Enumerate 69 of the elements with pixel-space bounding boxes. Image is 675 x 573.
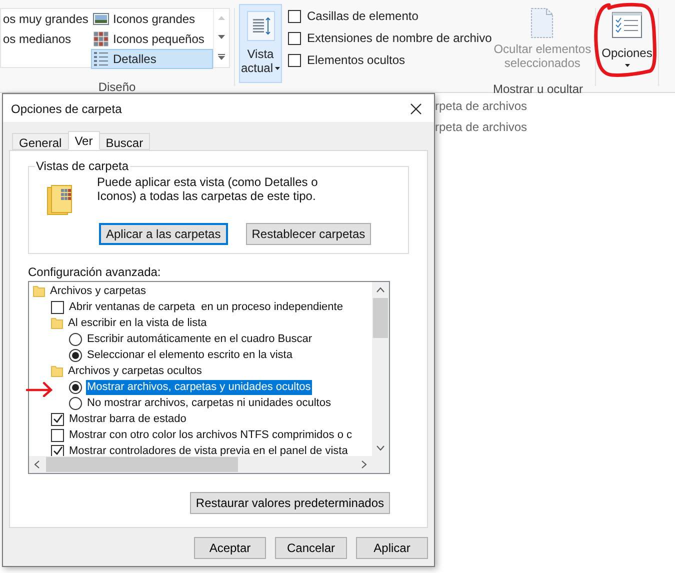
tree-item-label[interactable]: Mostrar archivos, carpetas y unidades ocultos bbox=[86, 380, 312, 394]
tree-item-label[interactable]: Seleccionar el elemento escrito en la vista bbox=[86, 348, 294, 362]
details-view-icon bbox=[246, 11, 274, 41]
group-legend: Vistas de carpeta bbox=[35, 159, 130, 173]
tree-item-label[interactable]: Archivos y carpetas bbox=[49, 284, 147, 298]
checkbox[interactable] bbox=[288, 10, 301, 22]
folder-icon bbox=[51, 317, 63, 329]
caret-icon bbox=[275, 66, 280, 70]
group-label: Diseño bbox=[98, 79, 136, 96]
tree-item-label[interactable]: Mostrar controladores de vista previa en el panel de vista bbox=[68, 444, 349, 456]
radio-button[interactable] bbox=[69, 332, 82, 346]
file-type-text: rpeta de archivos bbox=[435, 119, 528, 135]
scrollbar-thumb[interactable] bbox=[46, 457, 238, 472]
grid-icon bbox=[93, 31, 109, 47]
list-icon bbox=[93, 51, 109, 67]
tree-item-label[interactable]: Archivos y carpetas ocultos bbox=[67, 364, 203, 378]
description-text: Puede aplicar esta vista (como Detalles o Iconos) a todas las carpetas de este tipo. bbox=[97, 175, 319, 205]
gallery-item[interactable]: Detalles bbox=[91, 49, 213, 69]
gallery-item[interactable]: Iconos grandes bbox=[91, 9, 213, 29]
checkbox[interactable] bbox=[51, 300, 64, 314]
gallery-item[interactable]: Iconos pequeños bbox=[91, 29, 213, 49]
scrollbar-thumb[interactable] bbox=[373, 298, 388, 338]
radio-button[interactable] bbox=[69, 348, 82, 362]
file-type-text: rpeta de archivos bbox=[435, 98, 528, 114]
tree-item-label[interactable]: Al escribir en la vista de lista bbox=[67, 316, 208, 330]
folder-icon bbox=[51, 365, 63, 377]
close-icon bbox=[410, 102, 422, 114]
folder-view-button[interactable]: Aplicar a las carpetas bbox=[99, 223, 228, 245]
checkbox[interactable] bbox=[51, 412, 64, 426]
caret-icon bbox=[624, 64, 630, 67]
document-icon bbox=[531, 8, 554, 38]
checkbox[interactable] bbox=[288, 54, 301, 66]
tab[interactable]: General bbox=[12, 133, 69, 150]
checkbox-label[interactable]: Extensiones de nombre de archivo bbox=[307, 29, 492, 47]
dialog-button[interactable]: Aceptar bbox=[194, 537, 266, 559]
dialog-title: Opciones de carpeta bbox=[11, 100, 122, 118]
hand-drawn-arrow bbox=[26, 381, 54, 397]
group-label: Mostrar u ocultar bbox=[492, 81, 583, 98]
checkbox-label[interactable]: Elementos ocultos bbox=[307, 51, 406, 69]
radio-button[interactable] bbox=[69, 396, 82, 410]
tab[interactable]: Ver bbox=[68, 131, 100, 150]
close-button[interactable] bbox=[408, 100, 424, 116]
dialog-button[interactable]: Aplicar bbox=[356, 537, 428, 559]
folder-view-button[interactable]: Restablecer carpetas bbox=[246, 223, 372, 245]
expand-icon[interactable] bbox=[218, 54, 225, 60]
horizontal-scrollbar[interactable] bbox=[29, 456, 389, 473]
options-button[interactable]: Opciones bbox=[596, 8, 658, 92]
tree-item-label[interactable]: Abrir ventanas de carpeta en un proceso independiente bbox=[68, 300, 344, 314]
radio-button[interactable] bbox=[69, 380, 82, 394]
tree-item-label[interactable]: Mostrar barra de estado bbox=[68, 412, 188, 426]
checkbox-label[interactable]: Casillas de elemento bbox=[307, 7, 418, 25]
section-label: Configuración avanzada: bbox=[28, 265, 162, 279]
checkbox[interactable] bbox=[288, 32, 301, 44]
tab[interactable]: Buscar bbox=[98, 133, 150, 150]
tree-item-label[interactable]: No mostrar archivos, carpetas ni unidades ocultos bbox=[86, 396, 332, 410]
checklist-icon bbox=[612, 12, 642, 38]
restore-defaults-button[interactable]: Restaurar valores predeterminados bbox=[190, 492, 390, 514]
folder-icon bbox=[33, 285, 45, 297]
tree-item-label[interactable]: Mostrar con otro color los archivos NTFS comprimidos o c bbox=[68, 428, 354, 442]
tree-item-label[interactable]: Escribir automáticamente en el cuadro Buscar bbox=[86, 332, 313, 346]
checkbox[interactable] bbox=[51, 428, 64, 442]
gallery-item[interactable]: os muy grandes bbox=[1, 9, 91, 29]
gallery-item[interactable]: os medianos bbox=[1, 29, 91, 49]
scroll-down-icon[interactable] bbox=[218, 34, 225, 39]
vertical-scrollbar[interactable] bbox=[372, 282, 389, 456]
checkbox[interactable] bbox=[51, 444, 64, 456]
picture-icon bbox=[93, 13, 109, 25]
dialog-button[interactable]: Cancelar bbox=[275, 537, 347, 559]
folder-icon bbox=[47, 185, 73, 215]
